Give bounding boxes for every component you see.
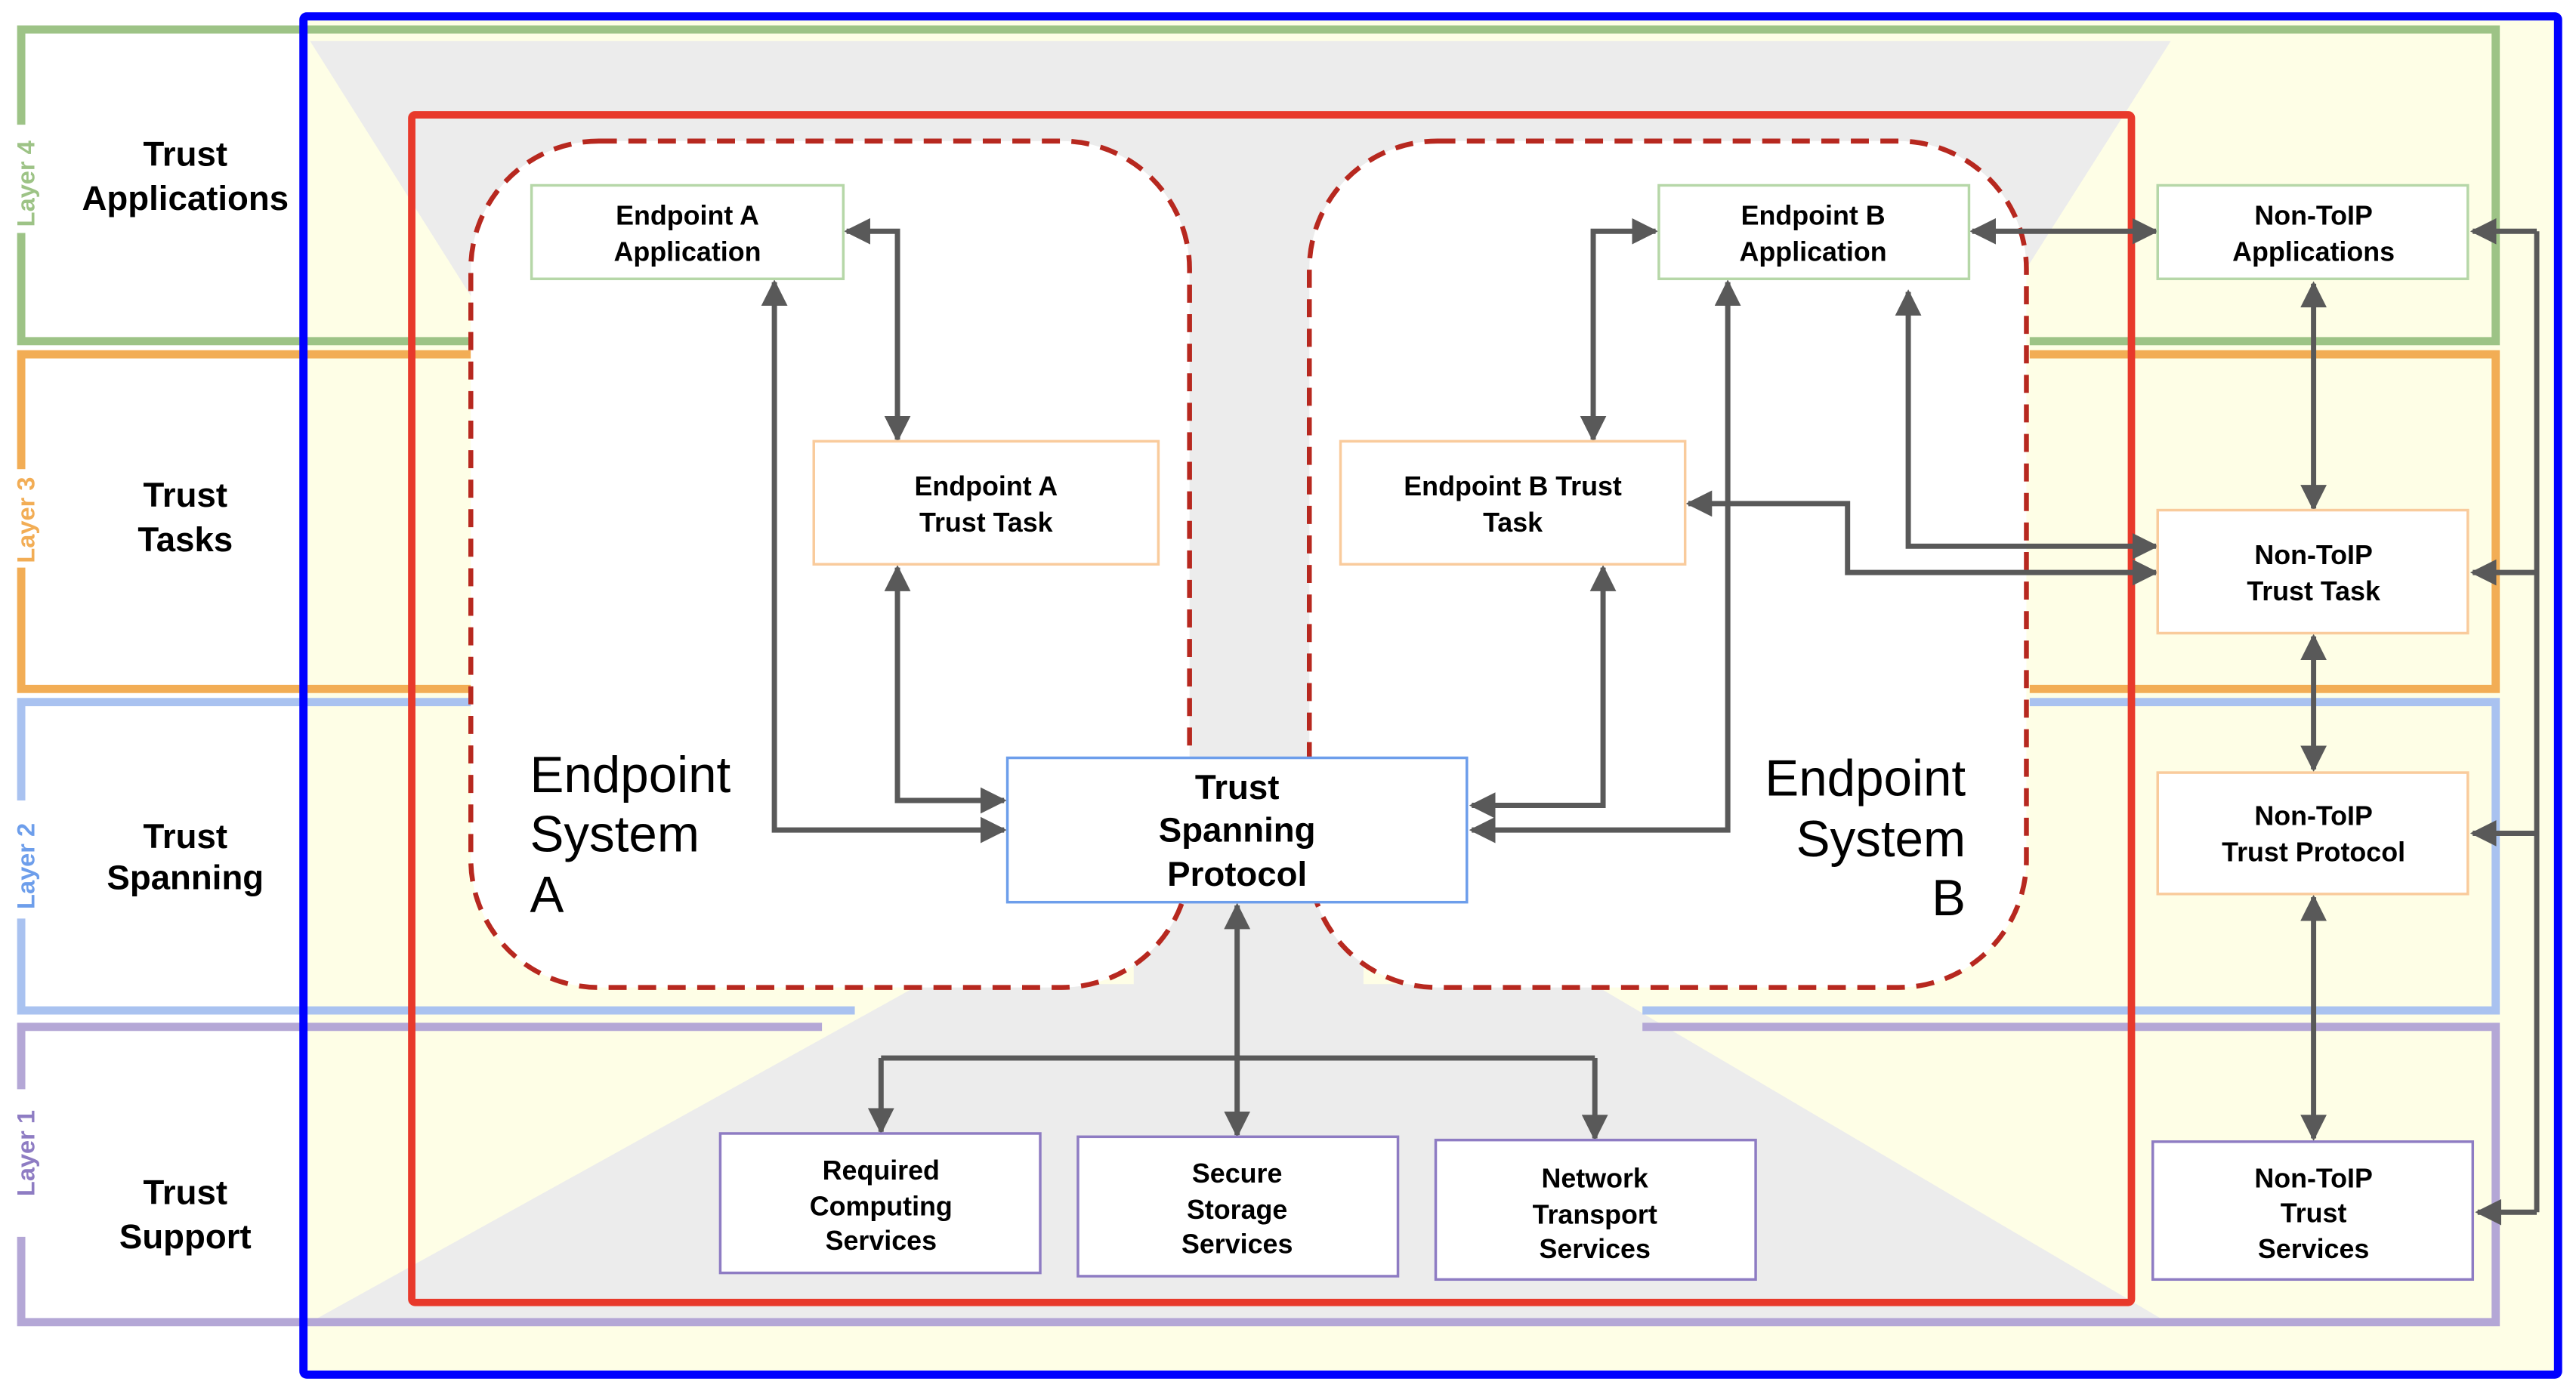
non-toip-trust-task-box[interactable]: Non-ToIP Trust Task — [2156, 508, 2469, 635]
non-toip-trust-task-line1: Non-ToIP — [2254, 540, 2373, 570]
layer-4-title-line2: Applications — [82, 179, 289, 217]
layer-2-tag: Layer 2 — [12, 823, 39, 909]
endpoint-system-b-line3: B — [1932, 870, 1966, 927]
required-computing-services-line1: Required — [823, 1155, 940, 1186]
layer-3-title-line2: Tasks — [137, 520, 233, 559]
secure-storage-services-line3: Services — [1181, 1229, 1293, 1260]
secure-storage-services-line1: Secure — [1192, 1158, 1283, 1189]
layer-1-title-line1: Trust — [144, 1173, 228, 1211]
non-toip-applications-line1: Non-ToIP — [2254, 201, 2373, 231]
non-toip-trust-services-line2: Trust — [2281, 1198, 2347, 1228]
layer-3-title-line1: Trust — [144, 476, 228, 514]
non-toip-trust-protocol-line2: Trust Protocol — [2222, 837, 2405, 867]
required-computing-services-line2: Computing — [810, 1192, 953, 1222]
network-transport-services-box[interactable]: Network Transport Services — [1434, 1138, 1757, 1282]
layer-1-tag: Layer 1 — [12, 1110, 39, 1196]
endpoint-system-a-line1: Endpoint — [530, 747, 730, 803]
required-computing-services-box[interactable]: Required Computing Services — [718, 1132, 1042, 1275]
layer-1-title-line2: Support — [119, 1217, 252, 1256]
endpoint-b-trust-task-box[interactable]: Endpoint B Trust Task — [1339, 440, 1687, 566]
endpoint-a-trust-task-line2: Trust Task — [919, 507, 1053, 538]
endpoint-b-application-line2: Application — [1740, 236, 1887, 267]
layer-2-title-line2: Spanning — [107, 858, 264, 896]
endpoint-system-b-line2: System — [1796, 811, 1966, 868]
network-transport-services-line2: Transport — [1533, 1199, 1657, 1229]
non-toip-trust-protocol-line1: Non-ToIP — [2254, 801, 2373, 831]
endpoint-b-trust-task-line1: Endpoint B Trust — [1404, 471, 1622, 501]
non-toip-trust-task-line2: Trust Task — [2247, 576, 2380, 606]
layer-4-tag: Layer 4 — [12, 140, 39, 227]
secure-storage-services-box[interactable]: Secure Storage Services — [1076, 1135, 1400, 1278]
endpoint-a-application-line2: Application — [613, 236, 761, 267]
trust-spanning-protocol-line1: Trust — [1195, 768, 1280, 807]
endpoint-b-application-box[interactable]: Endpoint B Application — [1657, 184, 1971, 281]
network-transport-services-line3: Services — [1539, 1234, 1650, 1264]
non-toip-trust-services-line1: Non-ToIP — [2254, 1164, 2373, 1194]
endpoint-system-b-line1: Endpoint — [1765, 751, 1966, 807]
endpoint-a-application-line1: Endpoint A — [616, 201, 759, 231]
layer-3-tag: Layer 3 — [12, 477, 39, 563]
secure-storage-services-line2: Storage — [1187, 1195, 1287, 1225]
endpoint-a-trust-task-box[interactable]: Endpoint A Trust Task — [812, 440, 1160, 566]
endpoint-b-application-line1: Endpoint B — [1741, 201, 1886, 231]
endpoint-system-a-line2: System — [530, 806, 699, 862]
toip-stack-diagram: Layer 4 Layer 3 Layer 2 Layer 1 Trust Ap… — [12, 12, 2562, 1379]
endpoint-a-application-box[interactable]: Endpoint A Application — [530, 184, 845, 281]
trust-spanning-protocol-box[interactable]: Trust Spanning Protocol — [1005, 756, 1469, 904]
network-transport-services-line1: Network — [1542, 1164, 1648, 1194]
endpoint-system-a-line3: A — [530, 867, 564, 924]
non-toip-trust-protocol-box[interactable]: Non-ToIP Trust Protocol — [2156, 771, 2469, 896]
trust-spanning-protocol-line2: Spanning — [1159, 810, 1316, 849]
layer-2-title-line1: Trust — [144, 817, 228, 856]
non-toip-trust-services-box[interactable]: Non-ToIP Trust Services — [2151, 1140, 2475, 1282]
non-toip-applications-line2: Applications — [2232, 236, 2395, 267]
trust-spanning-protocol-line3: Protocol — [1167, 855, 1307, 893]
required-computing-services-line3: Services — [826, 1226, 937, 1256]
non-toip-applications-box[interactable]: Non-ToIP Applications — [2156, 184, 2469, 281]
non-toip-trust-services-line3: Services — [2258, 1234, 2369, 1264]
endpoint-a-trust-task-line1: Endpoint A — [914, 471, 1058, 501]
layer-4-title-line1: Trust — [144, 134, 228, 173]
endpoint-b-trust-task-line2: Task — [1483, 507, 1543, 538]
